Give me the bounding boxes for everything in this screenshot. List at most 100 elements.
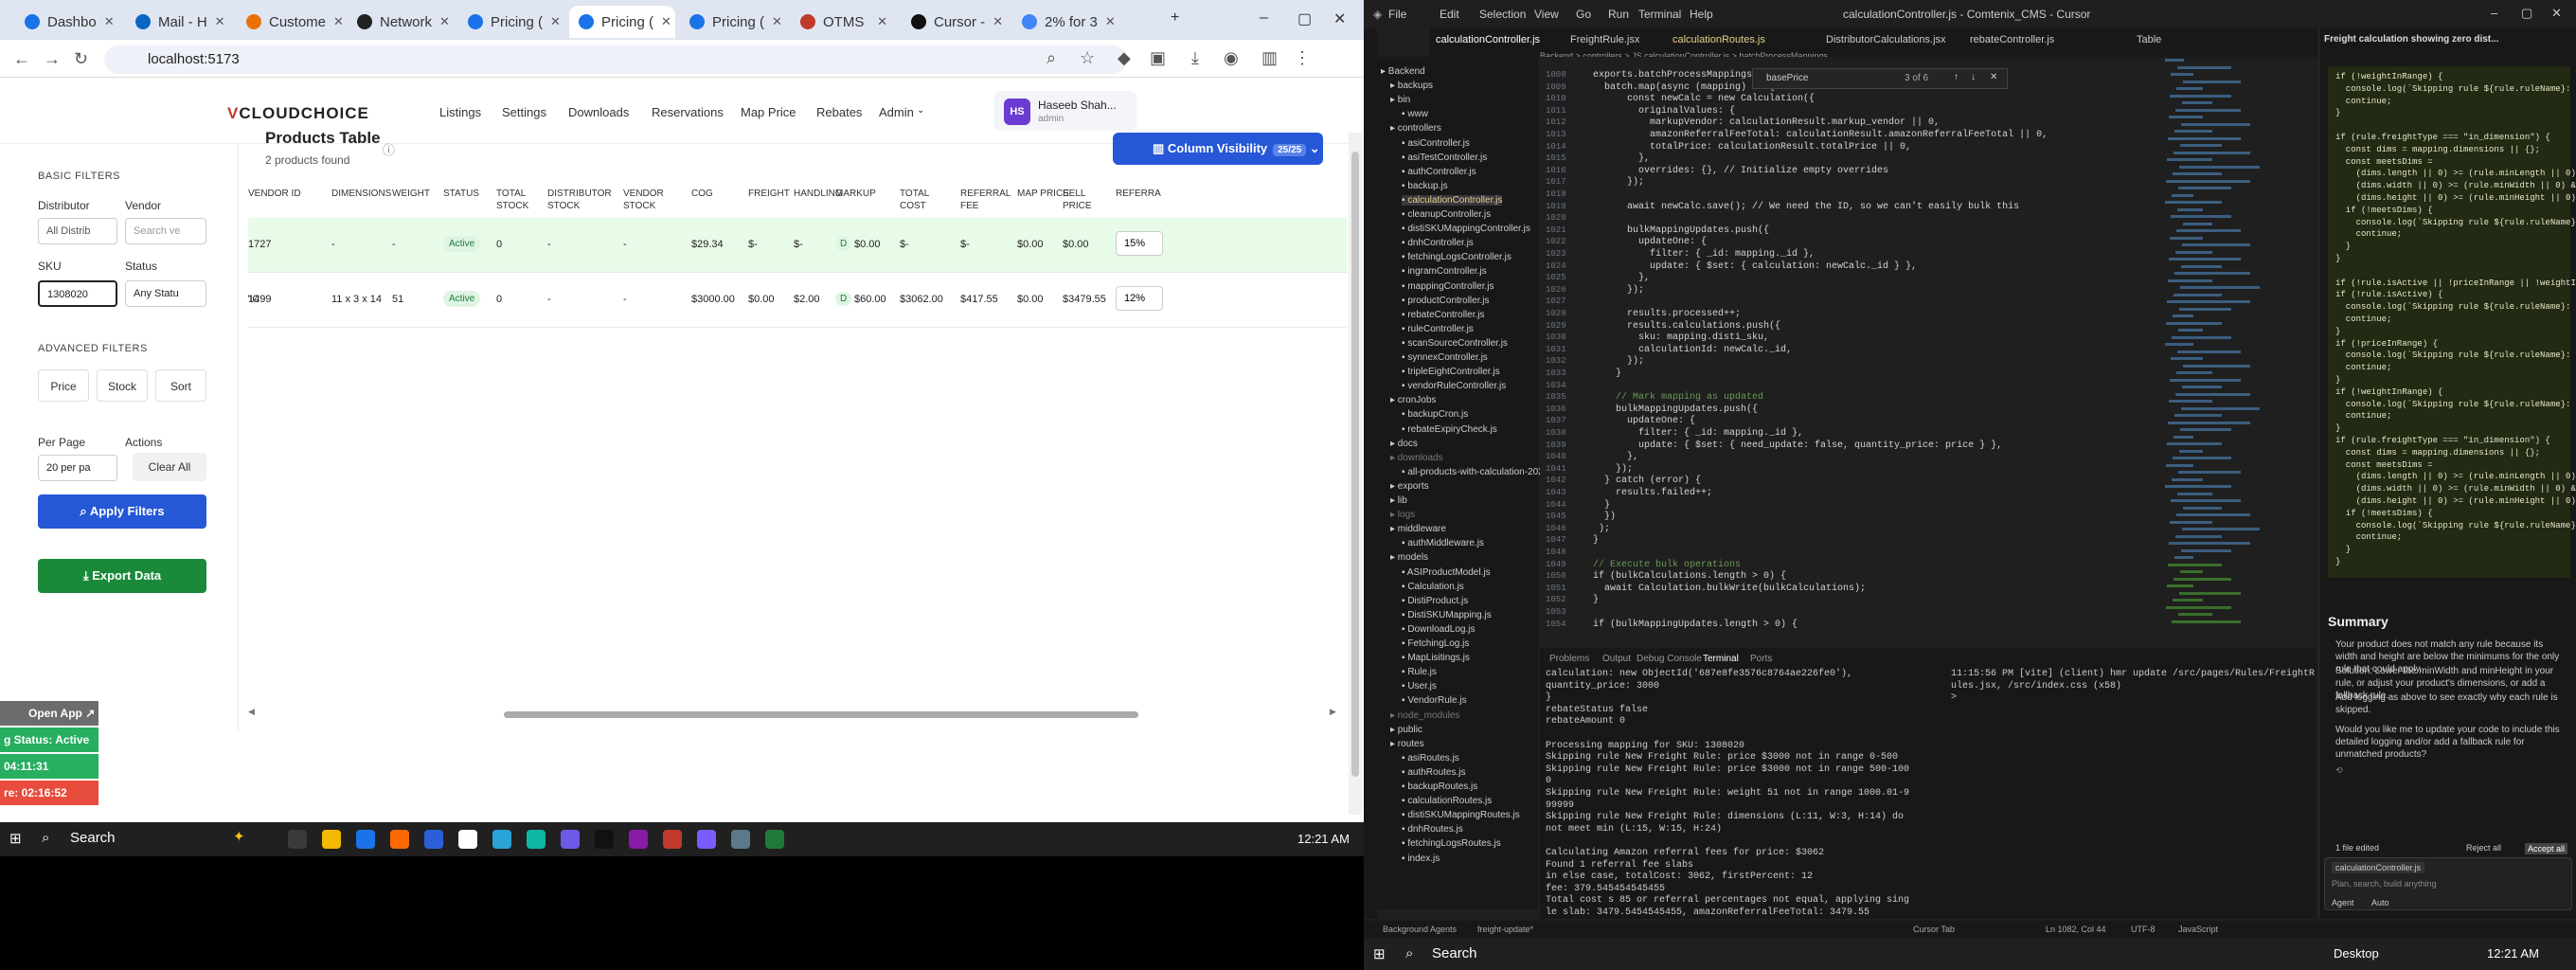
folder-item[interactable]: ▸ routes	[1390, 739, 1424, 749]
file-item[interactable]: ▪ asiRoutes.js	[1402, 753, 1459, 763]
folder-item[interactable]: ▸ node_modules	[1390, 710, 1459, 721]
vendor-search-input[interactable]: Search ve	[125, 218, 206, 244]
file-item[interactable]: ▪ DistiProduct.js	[1402, 596, 1468, 606]
column-header[interactable]: TOTAL STOCK	[496, 188, 549, 212]
file-item[interactable]: ▪ authMiddleware.js	[1402, 538, 1484, 548]
file-item[interactable]: ▪ dnhController.js	[1402, 238, 1474, 248]
taskbar-search-icon[interactable]: ⌕	[1405, 945, 1413, 961]
file-item[interactable]: ▪ www	[1402, 109, 1428, 119]
app-icon[interactable]	[731, 830, 750, 849]
taskbar-search[interactable]: Search	[1432, 945, 1477, 961]
distributor-select[interactable]: All Distrib	[38, 218, 117, 244]
browser-tab[interactable]: Custome ✕	[237, 6, 343, 38]
file-item[interactable]: ▪ Rule.js	[1402, 667, 1437, 677]
app-icon[interactable]	[424, 830, 443, 849]
close-icon[interactable]: ✕	[1990, 72, 1997, 82]
sort-button[interactable]: Sort	[155, 369, 206, 402]
referral-percent-select[interactable]: 12%	[1116, 286, 1163, 311]
column-header[interactable]: VENDOR ID	[248, 188, 305, 200]
column-header[interactable]: MARKUP	[835, 188, 892, 200]
folder-item[interactable]: ▸ public	[1390, 725, 1422, 735]
column-header[interactable]: DISTRIBUTOR STOCK	[547, 188, 612, 212]
nav-map-price[interactable]: Map Price	[741, 105, 796, 119]
taskbar-search-icon[interactable]: ⌕	[42, 830, 49, 846]
file-item[interactable]: ▪ cleanupController.js	[1402, 209, 1491, 220]
file-item[interactable]: ▪ synnexController.js	[1402, 352, 1488, 363]
close-tab-icon[interactable]: ✕	[215, 14, 225, 29]
menu-help[interactable]: Help	[1690, 8, 1713, 21]
file-item[interactable]: ▪ backup.js	[1402, 181, 1448, 191]
menu-selection[interactable]: Selection	[1479, 8, 1526, 21]
menu-edit[interactable]: Edit	[1440, 8, 1459, 21]
find-widget[interactable]: basePrice 3 of 6 ↑ ↓ ✕	[1752, 68, 2008, 89]
new-tab-icon[interactable]: +	[1171, 9, 1179, 27]
table-row[interactable]: 1727 - - 0 - - $29.34 $- $- $0.00 $- $- $0.00 $0.00 Ac…	[248, 218, 1347, 273]
file-item[interactable]: ▪ dnhRoutes.js	[1402, 824, 1463, 835]
extension-icon[interactable]: ◆	[1118, 48, 1131, 68]
taskbar-search[interactable]: Search	[70, 830, 116, 846]
file-item[interactable]: ▪ DistiSKUMapping.js	[1402, 610, 1492, 620]
nav-reservations[interactable]: Reservations	[652, 105, 724, 119]
nav-downloads[interactable]: Downloads	[568, 105, 629, 119]
table-horizontal-scrollbar[interactable]: ◀ ▶	[248, 707, 1337, 720]
close-tab-icon[interactable]: ✕	[877, 14, 887, 29]
file-item[interactable]: ▪ asiController.js	[1402, 138, 1470, 149]
browser-tab[interactable]: 2% for 3 ✕	[1012, 6, 1118, 38]
stock-filter-button[interactable]: Stock	[97, 369, 148, 402]
file-item[interactable]: ▪ backupRoutes.js	[1402, 781, 1477, 792]
column-header[interactable]: COG	[691, 188, 748, 200]
per-page-select[interactable]: 20 per pa	[38, 455, 117, 481]
review-changes-link[interactable]: ⟲	[2335, 765, 2343, 776]
column-header[interactable]: VENDOR STOCK	[623, 188, 676, 212]
file-item[interactable]: ▪ index.js	[1402, 853, 1440, 864]
file-item[interactable]: ▪ DownloadLog.js	[1402, 624, 1475, 635]
file-item[interactable]: ▪ authRoutes.js	[1402, 767, 1465, 778]
panel-tab[interactable]: Output	[1602, 654, 1631, 664]
status-position[interactable]: Ln 1082, Col 44	[2046, 925, 2106, 934]
folder-item[interactable]: ▸ controllers	[1390, 123, 1441, 134]
sku-input[interactable]: 1308020	[38, 280, 117, 307]
folder-item[interactable]: ▸ models	[1390, 552, 1428, 563]
puzzle-icon[interactable]: ▣	[1150, 48, 1166, 68]
folder-item[interactable]: ▸ docs	[1390, 439, 1418, 449]
file-item[interactable]: ▪ User.js	[1402, 681, 1437, 692]
browser-tab[interactable]: Dashbo ✕	[15, 6, 121, 38]
file-item[interactable]: ▪ mappingController.js	[1402, 281, 1494, 292]
folder-item[interactable]: ▸ middleware	[1390, 524, 1446, 534]
minimap[interactable]	[2165, 59, 2288, 646]
file-item[interactable]: ▪ ruleController.js	[1402, 324, 1474, 334]
close-tab-icon[interactable]: ✕	[661, 14, 671, 29]
nav-listings[interactable]: Listings	[439, 105, 481, 119]
menu-view[interactable]: View	[1534, 8, 1559, 21]
file-item[interactable]: ▪ VendorRule.js	[1402, 695, 1467, 706]
file-item[interactable]: ▪ all-products-with-calculation-2025	[1402, 467, 1548, 477]
column-header[interactable]: REFERRAL FEE	[960, 188, 1013, 212]
nav-admin[interactable]: Admin	[879, 105, 914, 119]
editor-tab[interactable]: DistributorCalculations.jsx	[1826, 34, 1946, 45]
file-explorer-icon[interactable]	[322, 830, 341, 849]
browser-tab[interactable]: Cursor - ✕	[902, 6, 1008, 38]
close-tab-icon[interactable]: ✕	[439, 14, 450, 29]
price-filter-button[interactable]: Price	[38, 369, 89, 402]
url-input[interactable]: localhost:5173	[104, 45, 1127, 74]
browser-tab[interactable]: Pricing (✕	[569, 6, 675, 38]
chrome-icon[interactable]	[356, 830, 375, 849]
download-icon[interactable]: ⤓	[1191, 48, 1199, 68]
profile-icon[interactable]: ◉	[1224, 48, 1239, 68]
folder-item[interactable]: ▸ logs	[1390, 510, 1415, 520]
file-item[interactable]: ▪ tripleEightController.js	[1402, 367, 1500, 377]
clear-all-button[interactable]: Clear All	[133, 453, 206, 481]
file-item[interactable]: ▪ calculationRoutes.js	[1402, 796, 1492, 806]
panel-tab[interactable]: Ports	[1750, 654, 1772, 664]
folder-item[interactable]: ▸ Backend	[1381, 66, 1425, 77]
zoom-icon[interactable]: ⌕	[1046, 48, 1056, 68]
close-window-icon[interactable]: ✕	[1333, 9, 1346, 28]
apply-filters-button[interactable]: ⌕ Apply Filters	[38, 494, 206, 529]
close-window-icon[interactable]: ✕	[2551, 6, 2562, 21]
copilot-icon[interactable]: ✦	[233, 828, 245, 845]
back-icon[interactable]: ←	[13, 49, 30, 69]
bookmark-star-icon[interactable]: ☆	[1080, 48, 1095, 68]
browser-tab[interactable]: OTMS ✕	[791, 6, 897, 38]
editor-tab[interactable]: Table	[2137, 34, 2161, 45]
folder-item[interactable]: ▸ backups	[1390, 81, 1433, 91]
